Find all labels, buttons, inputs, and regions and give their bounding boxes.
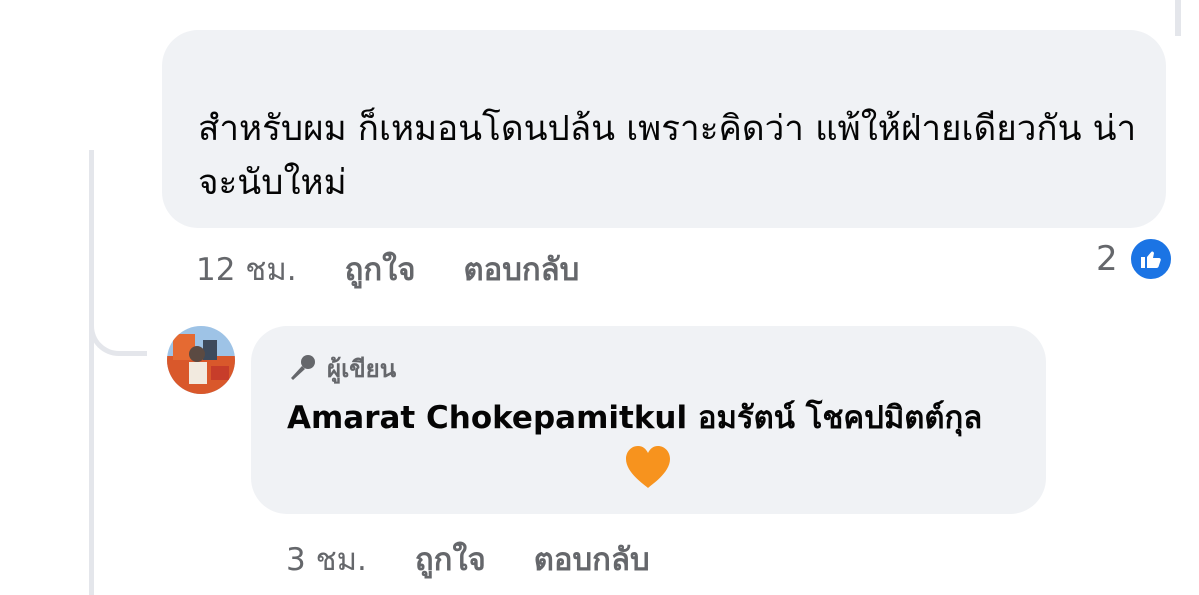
scrollbar[interactable] bbox=[1175, 0, 1181, 36]
comment-timestamp[interactable]: 12 ชม. bbox=[196, 244, 297, 294]
comment-actions: 12 ชม. ถูกใจ ตอบกลับ bbox=[196, 244, 627, 294]
reply-button[interactable]: ตอบกลับ bbox=[463, 244, 579, 294]
reaction-count: 2 bbox=[1096, 239, 1118, 279]
author-badge-label: ผู้เขียน bbox=[327, 354, 397, 383]
comment-bubble: สำหรับผม ก็เหมอนโดนปล้น เพราะคิดว่า แพ้ใ… bbox=[162, 30, 1166, 228]
comment-text: สำหรับผม ก็เหมอนโดนปล้น เพราะคิดว่า แพ้ใ… bbox=[198, 109, 1137, 203]
like-button[interactable]: ถูกใจ bbox=[345, 244, 416, 294]
microphone-icon bbox=[287, 353, 317, 383]
author-badge: ผู้เขียน bbox=[287, 350, 1010, 386]
reply-timestamp[interactable]: 3 ชม. bbox=[286, 534, 367, 584]
orange-heart-icon bbox=[623, 444, 673, 494]
reply-like-button[interactable]: ถูกใจ bbox=[415, 534, 486, 584]
thread-connector-branch bbox=[89, 292, 147, 356]
reply-reply-button[interactable]: ตอบกลับ bbox=[534, 534, 650, 584]
thread-connector-line bbox=[89, 150, 94, 595]
reaction-summary[interactable]: 2 bbox=[1096, 236, 1174, 282]
thumbs-up-icon bbox=[1127, 236, 1174, 282]
reply-actions: 3 ชม. ถูกใจ ตอบกลับ bbox=[286, 534, 698, 584]
reply-bubble: ผู้เขียน Amarat Chokepamitkul อมรัตน์ โช… bbox=[251, 326, 1046, 514]
reply-author-name[interactable]: Amarat Chokepamitkul อมรัตน์ โชคปมิตต์กุ… bbox=[287, 396, 1010, 440]
avatar[interactable] bbox=[167, 326, 235, 394]
